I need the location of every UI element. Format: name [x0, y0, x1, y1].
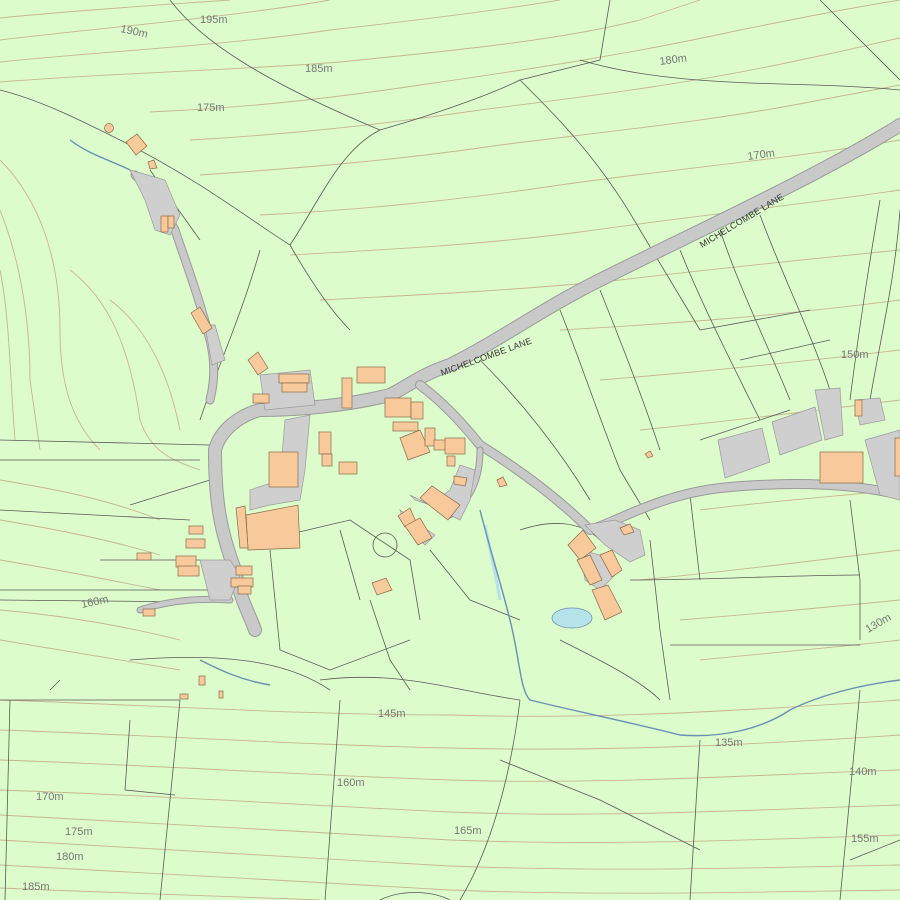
height-label-140-e: 140m [849, 766, 877, 778]
height-label-185-top: 185m [305, 63, 333, 75]
height-label-165-s: 165m [454, 825, 482, 837]
height-label-145: 145m [378, 708, 406, 720]
height-label-175-sw: 175m [65, 826, 93, 838]
height-label-195: 195m [200, 14, 228, 26]
pond [551, 607, 593, 629]
height-label-180-sw: 180m [56, 851, 84, 863]
height-label-175-top: 175m [197, 102, 225, 114]
height-label-155-se: 155m [851, 833, 879, 845]
height-label-185-sw: 185m [22, 881, 50, 893]
ordnance-map[interactable]: MICHELCOMBE LANE MICHELCOMBE LANE 195m 1… [0, 0, 900, 900]
height-label-150-e: 150m [841, 349, 869, 361]
height-label-170-sw: 170m [36, 791, 64, 803]
height-label-135: 135m [715, 737, 743, 749]
height-label-160-s: 160m [337, 777, 365, 789]
